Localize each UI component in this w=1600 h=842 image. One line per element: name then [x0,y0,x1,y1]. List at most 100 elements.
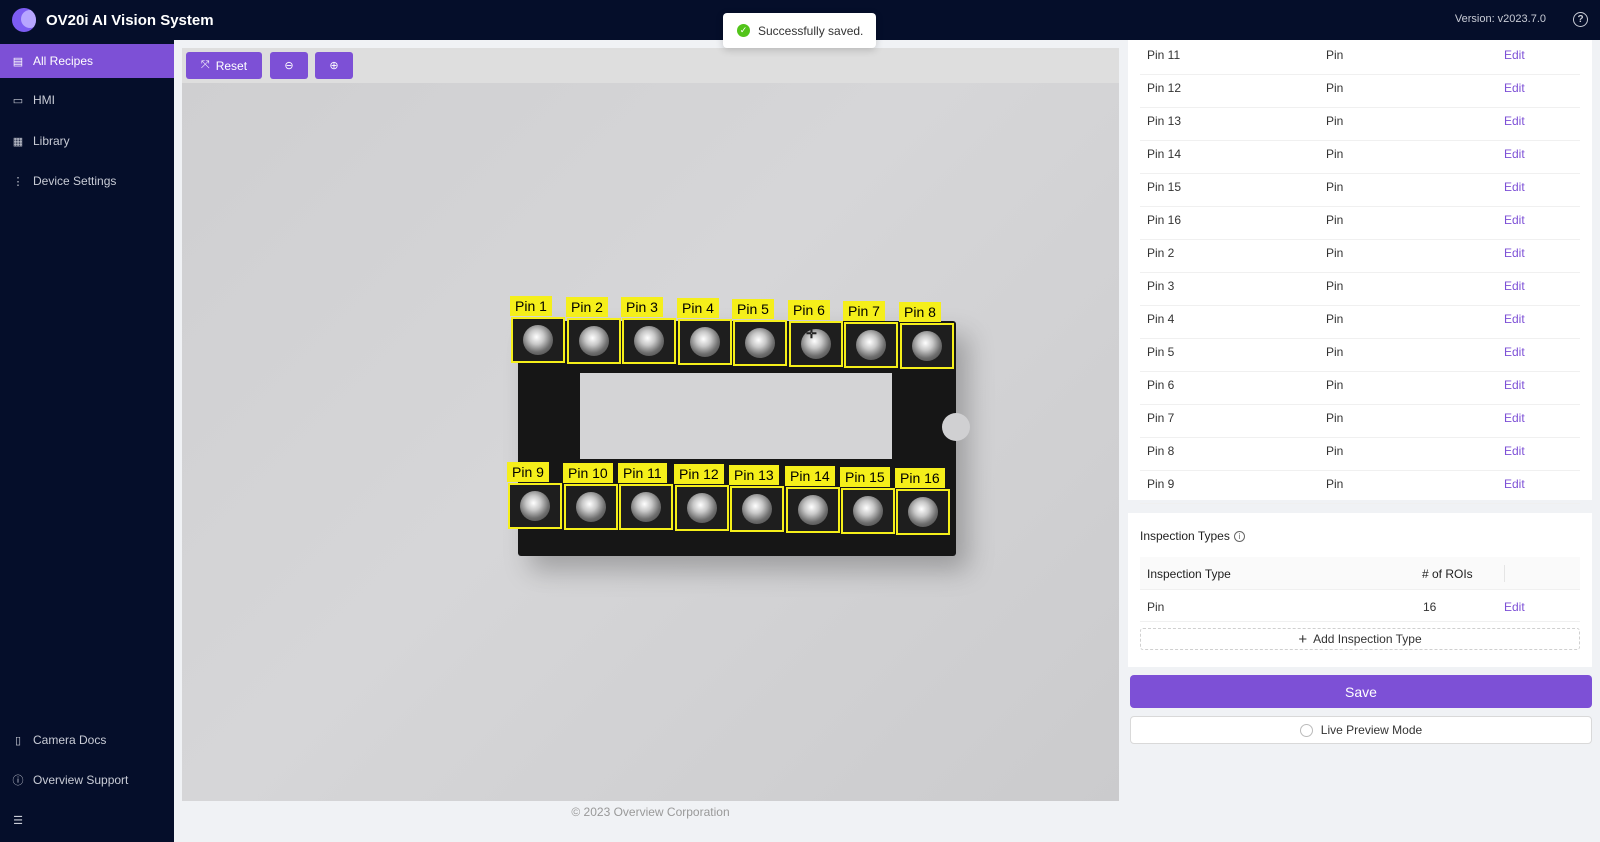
pin-image [576,492,606,522]
info-icon[interactable]: i [1233,530,1245,542]
roi-name: Pin 6 [1147,378,1175,392]
roi-pin-12[interactable] [675,485,729,531]
roi-pin-13[interactable] [730,486,784,532]
table-row: Pin 13 Pin Edit [1140,108,1580,141]
inspection-table-header: Inspection Type # of ROIs [1140,557,1580,590]
edit-link[interactable]: Edit [1504,600,1525,614]
sidebar-collapse-button[interactable]: ☰ [0,803,174,837]
roi-pin-7[interactable] [844,322,898,368]
roi-pin-1[interactable] [511,317,565,363]
roi-label: Pin 10 [563,463,613,483]
sidebar: ▤ All Recipes ▭ HMI ▦ Library ⋮ Device S… [0,40,174,842]
sidebar-item-device-settings[interactable]: ⋮ Device Settings [0,164,174,198]
sidebar-item-all-recipes[interactable]: ▤ All Recipes [0,44,174,78]
radio-icon [1299,723,1313,737]
column-header-type: Inspection Type [1147,567,1231,581]
roi-name: Pin 11 [1147,48,1181,62]
roi-pin-10[interactable] [564,484,618,530]
roi-type: Pin [1326,378,1344,392]
footer-copyright: © 2023 Overview Corporation [571,805,730,819]
roi-type: Pin [1326,213,1344,227]
inspection-types-label: Inspection Types [1140,529,1230,543]
live-preview-toggle[interactable]: Live Preview Mode [1130,716,1592,744]
roi-label: Pin 12 [674,464,724,484]
roi-table: Pin 11 Pin Edit Pin 12 Pin Edit Pin 13 Pin Edi… [1128,40,1592,504]
roi-type: Pin [1326,48,1344,62]
reset-button[interactable]: ⤧ Reset [186,52,262,79]
camera-image[interactable]: Pin 1 Pin 2 Pin 3 Pin 4 Pin 5 Pin 6 Pin … [182,83,1119,801]
roi-pin-16[interactable] [896,489,950,535]
roi-pin-4[interactable] [678,319,732,365]
edit-link[interactable]: Edit [1504,312,1525,326]
edit-link[interactable]: Edit [1504,114,1525,128]
settings-icon: ⋮ [12,175,24,188]
roi-label: Pin 8 [899,302,941,322]
edit-link[interactable]: Edit [1504,345,1525,359]
save-button[interactable]: Save [1130,675,1592,708]
roi-type: Pin [1326,345,1344,359]
table-row: Pin 14 Pin Edit [1140,141,1580,174]
roi-type: Pin [1326,312,1344,326]
edit-link[interactable]: Edit [1504,81,1525,95]
roi-pin-5[interactable] [733,320,787,366]
pin-image [523,325,553,355]
zoom-in-button[interactable]: ⊕ [315,52,353,79]
roi-name: Pin 8 [1147,444,1175,458]
table-row: Pin 11 Pin Edit [1140,42,1580,75]
table-row: Pin 5 Pin Edit [1140,339,1580,372]
sidebar-item-overview-support[interactable]: ⓘ Overview Support [0,763,174,797]
edit-link[interactable]: Edit [1504,411,1525,425]
roi-name: Pin 13 [1147,114,1182,128]
roi-type: Pin [1326,246,1344,260]
edit-link[interactable]: Edit [1504,213,1525,227]
help-icon[interactable]: ? [1573,12,1588,27]
roi-type: Pin [1326,279,1344,293]
pin-image [579,326,609,356]
edit-link[interactable]: Edit [1504,246,1525,260]
roi-pin-9[interactable] [508,483,562,529]
live-preview-label: Live Preview Mode [1320,723,1423,737]
table-row: Pin 8 Pin Edit [1140,438,1580,471]
sidebar-item-label: All Recipes [33,54,94,68]
roi-label: Pin 16 [895,468,945,488]
toast-message: Successfully saved. [758,23,864,38]
sidebar-item-hmi[interactable]: ▭ HMI [0,83,174,117]
roi-pin-3[interactable] [622,318,676,364]
sidebar-item-library[interactable]: ▦ Library [0,124,174,158]
roi-name: Pin 2 [1147,246,1175,260]
pin-image [908,497,938,527]
pin-image [520,491,550,521]
zoom-out-icon: ⊖ [284,60,294,72]
edit-link[interactable]: Edit [1504,279,1525,293]
pin-image [912,331,942,361]
success-toast: ✓ Successfully saved. [723,13,876,48]
roi-pin-14[interactable] [786,487,840,533]
edit-link[interactable]: Edit [1504,378,1525,392]
book-icon: ▯ [14,734,22,747]
roi-pin-15[interactable] [841,488,895,534]
sidebar-item-camera-docs[interactable]: ▯ Camera Docs [0,723,174,757]
edit-link[interactable]: Edit [1504,477,1525,491]
roi-type: Pin [1326,114,1344,128]
add-inspection-type-button[interactable]: + Add Inspection Type [1140,628,1580,650]
roi-pin-11[interactable] [619,484,673,530]
inspection-type-name: Pin [1147,600,1165,614]
zoom-out-button[interactable]: ⊖ [270,52,308,79]
roi-name: Pin 16 [1147,213,1182,227]
pin-image [631,492,661,522]
roi-pin-8[interactable] [900,323,954,369]
edit-link[interactable]: Edit [1504,444,1525,458]
roi-name: Pin 15 [1147,180,1182,194]
version-label: Version: v2023.7.0 [1454,13,1546,25]
video-icon: ▭ [12,94,24,107]
app-title: OV20i AI Vision System [46,11,214,29]
roi-label: Pin 2 [566,297,608,317]
check-circle-icon: ✓ [737,24,750,37]
inspection-types-title: Inspection Types i [1140,529,1245,543]
roi-label: Pin 9 [507,462,549,482]
edit-link[interactable]: Edit [1504,180,1525,194]
pin-image [745,328,775,358]
roi-pin-2[interactable] [567,318,621,364]
edit-link[interactable]: Edit [1504,48,1525,62]
edit-link[interactable]: Edit [1504,147,1525,161]
